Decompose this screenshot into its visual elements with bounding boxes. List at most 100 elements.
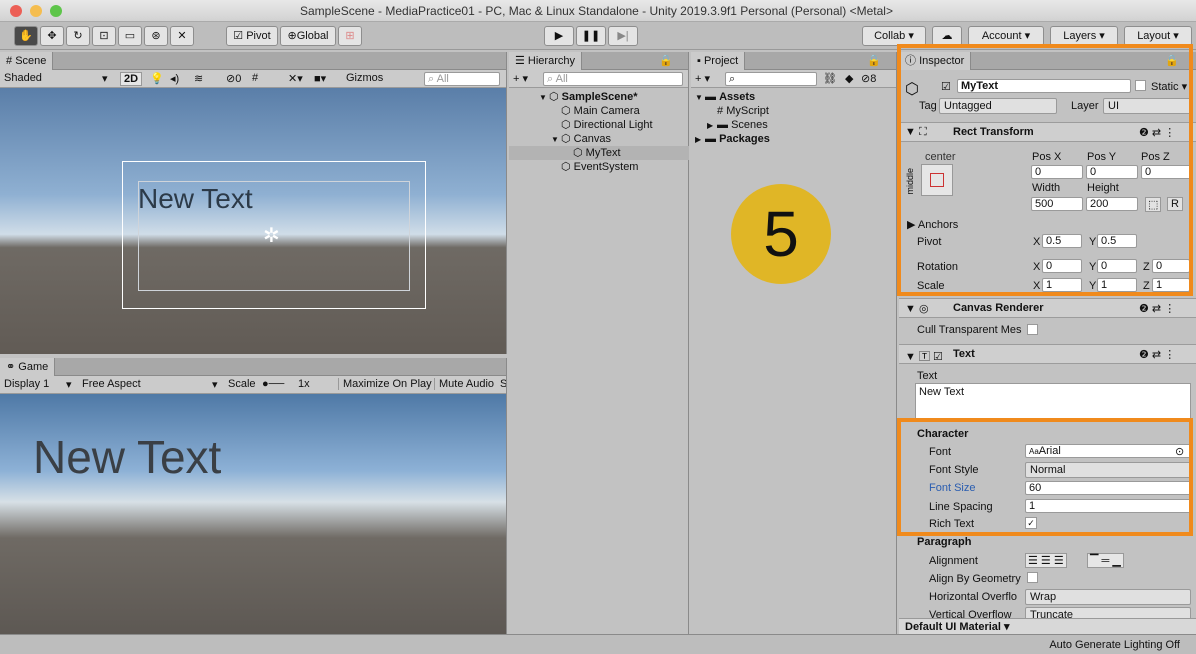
hierarchy-item[interactable]: ⬡ EventSystem — [509, 160, 689, 174]
scale-slider[interactable]: ●── — [262, 378, 284, 390]
gameobject-icon: ⬡ — [561, 133, 574, 145]
game-viewport[interactable]: New Text — [0, 394, 506, 634]
cloud-icon[interactable]: ☁ — [932, 26, 962, 46]
filter-label-icon[interactable]: ◆ — [845, 72, 853, 85]
custom-tool-icon[interactable]: ✕ — [170, 26, 194, 46]
material-dropdown[interactable]: Default UI Material ▾ — [905, 620, 1010, 633]
chevron-down-icon: ▾ — [102, 73, 108, 85]
collapse-arrow-icon: ▼ 🅃 ☑ — [905, 351, 943, 363]
play-button[interactable]: ▶ — [544, 26, 574, 46]
aspect-dropdown[interactable]: Free Aspect — [82, 378, 141, 390]
game-text-object: New Text — [33, 431, 222, 483]
minimize-window-button[interactable] — [30, 5, 42, 17]
mute-audio-toggle[interactable]: Mute Audio — [434, 378, 494, 390]
camera-icon[interactable]: ■▾ — [314, 72, 326, 85]
hierarchy-item-label: SampleScene* — [561, 91, 638, 103]
project-item-label: MyScript — [726, 105, 769, 117]
expand-arrow-icon[interactable]: ▼ — [695, 91, 705, 105]
component-menu-icon[interactable]: ❷ ⇄ ⋮ — [1139, 302, 1175, 315]
expand-arrow-icon[interactable]: ▼ — [551, 133, 561, 147]
hierarchy-item-label: Main Camera — [573, 105, 640, 117]
expand-arrow-icon[interactable]: ▼ — [539, 91, 549, 105]
project-item[interactable]: # MyScript — [691, 104, 897, 118]
layout-dropdown[interactable]: Layout ▾ — [1124, 26, 1192, 46]
tab-game[interactable]: ⚭ Game — [0, 358, 56, 376]
create-asset-button[interactable]: + ▾ — [695, 72, 710, 85]
align-geometry-checkbox[interactable] — [1027, 572, 1038, 583]
audio-icon[interactable]: ◂) — [170, 72, 179, 85]
2d-toggle[interactable]: 2D — [120, 72, 143, 86]
maximize-on-play-toggle[interactable]: Maximize On Play — [338, 378, 432, 390]
hidden-packages-icon[interactable]: ⊘8 — [861, 72, 876, 85]
stats-toggle[interactable]: S — [500, 378, 506, 390]
layers-dropdown[interactable]: Layers ▾ — [1050, 26, 1118, 46]
material-bar: Default UI Material ▾ — [899, 618, 1196, 634]
project-toolbar: + ▾ ⌕ ⛓ ◆ ⊘8 — [691, 70, 896, 88]
hierarchy-tab-row: ☰ Hierarchy 🔒 — [509, 52, 688, 70]
pause-button[interactable]: ❚❚ — [576, 26, 606, 46]
hierarchy-item[interactable]: ⬡ MyText — [509, 146, 689, 160]
expand-arrow-icon[interactable]: ▶ — [695, 133, 705, 147]
tools-icon[interactable]: ✕▾ — [288, 72, 303, 85]
hierarchy-item[interactable]: ▼ ⬡ SampleScene* — [509, 90, 689, 104]
create-button[interactable]: + ▾ — [513, 72, 528, 85]
filter-type-icon[interactable]: ⛓ — [823, 72, 837, 85]
rotate-tool-icon[interactable]: ↻ — [66, 26, 90, 46]
scene-viewport[interactable]: New Text ✲ — [0, 88, 506, 354]
horizontal-alignment-icons[interactable]: ☰ ☰ ☰ — [1025, 553, 1067, 568]
grid-icon[interactable]: # — [252, 72, 258, 84]
align-geometry-label: Align By Geometry — [929, 573, 1021, 585]
project-item[interactable]: ▶ ▬ Scenes — [691, 118, 897, 132]
effects-icon[interactable]: ≋ — [194, 72, 203, 85]
text-content-area[interactable]: New Text — [915, 383, 1191, 419]
global-toggle[interactable]: ⊕Global — [280, 26, 336, 46]
lock-icon[interactable]: 🔒 — [659, 54, 673, 67]
hierarchy-item[interactable]: ⬡ Main Camera — [509, 104, 689, 118]
lock-icon[interactable]: 🔒 — [867, 54, 881, 67]
zoom-window-button[interactable] — [50, 5, 62, 17]
project-search-input[interactable]: ⌕ — [725, 72, 817, 86]
text-component-header[interactable]: ▼ 🅃 ☑ Text ❷ ⇄ ⋮ — [899, 344, 1196, 364]
tab-project[interactable]: ▪ Project — [691, 52, 746, 70]
tab-hierarchy[interactable]: ☰ Hierarchy — [509, 52, 582, 70]
expand-arrow-icon[interactable]: ▶ — [707, 119, 717, 133]
hierarchy-item[interactable]: ⬡ Directional Light — [509, 118, 689, 132]
title-bar: SampleScene - MediaPractice01 - PC, Mac … — [0, 0, 1196, 22]
project-item[interactable]: ▶ ▬ Packages — [691, 132, 897, 146]
vertical-alignment-icons[interactable]: ▔ ═ ▁ — [1087, 553, 1124, 568]
hierarchy-item[interactable]: ▼ ⬡ Canvas — [509, 132, 689, 146]
scene-search-input[interactable]: ⌕ All — [424, 72, 500, 86]
pivot-toggle[interactable]: ☑ Pivot — [226, 26, 278, 46]
project-item-label: Packages — [719, 133, 770, 145]
lighting-status-text: Auto Generate Lighting Off — [1049, 639, 1180, 651]
hierarchy-search-input[interactable]: ⌕ All — [543, 72, 683, 86]
hidden-objects-icon[interactable]: ⊘0 — [226, 72, 241, 85]
scale-tool-icon[interactable]: ⊡ — [92, 26, 116, 46]
tab-scene[interactable]: # Scene — [0, 52, 54, 70]
gameobject-icon: ⬡ — [561, 119, 574, 131]
snap-icon[interactable]: ⊞ — [338, 26, 362, 46]
light-icon[interactable]: 💡 — [150, 72, 164, 85]
rect-tool-icon[interactable]: ▭ — [118, 26, 142, 46]
step-button[interactable]: ▶| — [608, 26, 638, 46]
gameobject-icon: ⬡ — [561, 105, 574, 117]
display-dropdown[interactable]: Display 1 — [4, 378, 49, 390]
hand-tool-icon[interactable]: ✋ — [14, 26, 38, 46]
canvas-renderer-header[interactable]: ▼ ◎ Canvas Renderer ❷ ⇄ ⋮ — [899, 298, 1196, 318]
collab-dropdown[interactable]: Collab ▾ — [862, 26, 926, 46]
folder-icon: ▬ — [717, 119, 732, 131]
gizmos-dropdown[interactable]: Gizmos — [346, 72, 383, 84]
hierarchy-item-label: EventSystem — [573, 161, 639, 173]
transform-tool-icon[interactable]: ⊛ — [144, 26, 168, 46]
cull-transparent-checkbox[interactable] — [1027, 324, 1038, 335]
move-tool-icon[interactable]: ✥ — [40, 26, 64, 46]
account-dropdown[interactable]: Account ▾ — [968, 26, 1044, 46]
horizontal-overflow-dropdown[interactable]: Wrap — [1025, 589, 1191, 605]
project-item[interactable]: ▼ ▬ Assets — [691, 90, 897, 104]
component-menu-icon[interactable]: ❷ ⇄ ⋮ — [1139, 348, 1175, 361]
project-item-label: Scenes — [731, 119, 768, 131]
close-window-button[interactable] — [10, 5, 22, 17]
horizontal-overflow-label: Horizontal Overflo — [929, 591, 1018, 603]
pivot-gizmo-icon[interactable]: ✲ — [263, 223, 280, 248]
shading-mode-dropdown[interactable]: Shaded — [4, 72, 42, 84]
